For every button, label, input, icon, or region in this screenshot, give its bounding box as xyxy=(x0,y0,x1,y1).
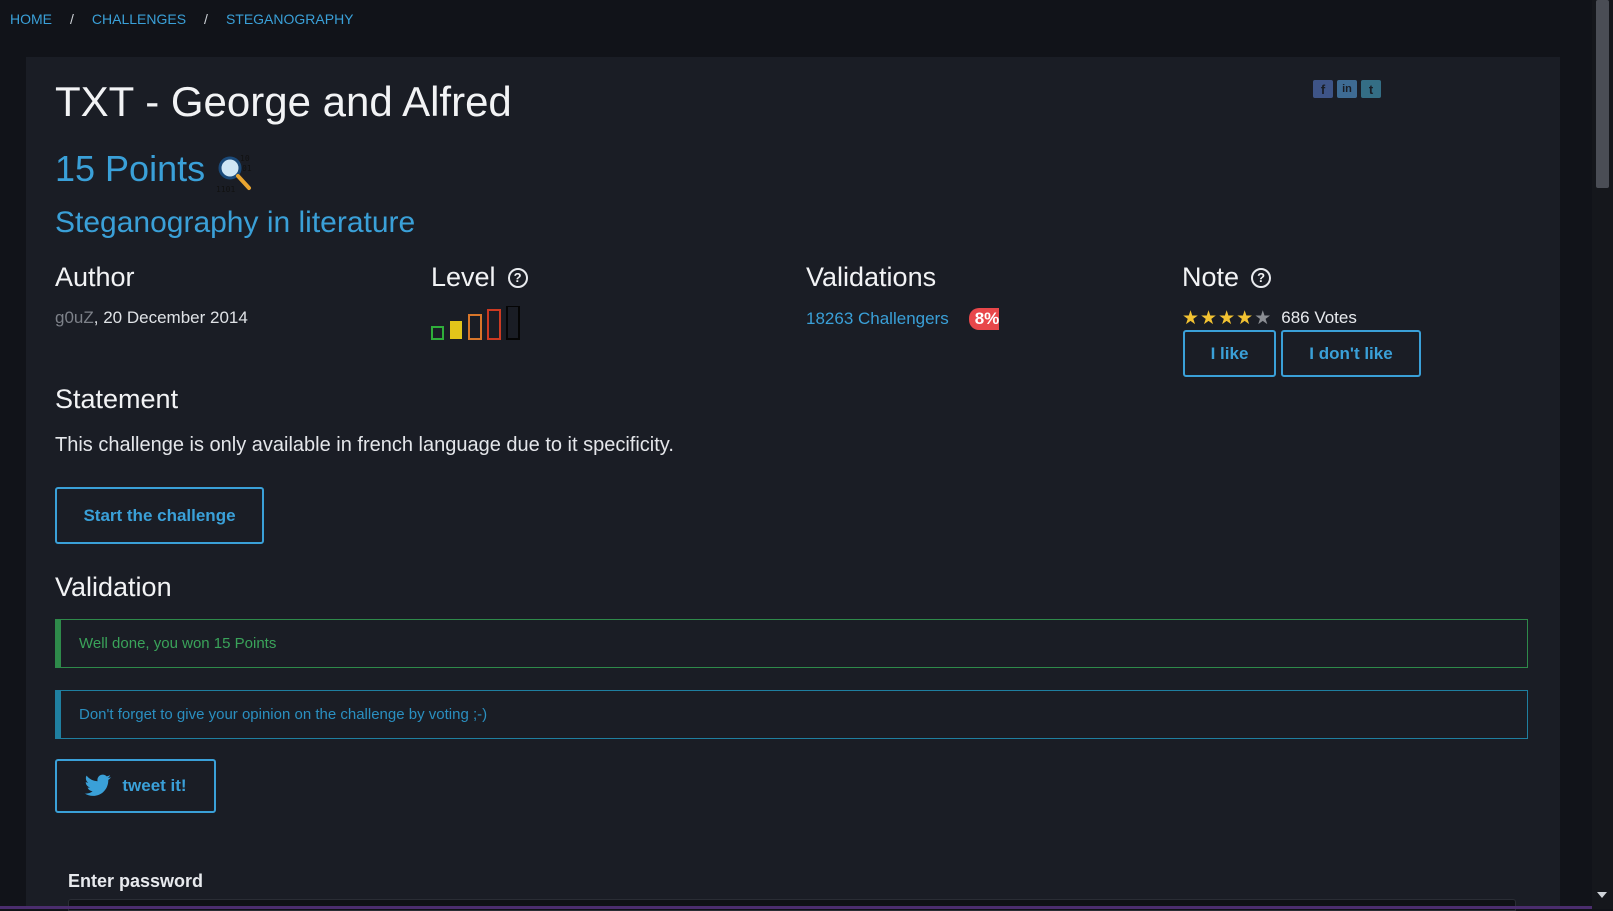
challenge-title: TXT - George and Alfred xyxy=(55,78,512,125)
validations-heading: Validations xyxy=(806,262,936,293)
linkedin-icon[interactable]: in xyxy=(1337,80,1357,98)
author-comma: , xyxy=(93,308,99,327)
votes-count: 686 Votes xyxy=(1281,308,1357,327)
page-scrollbar[interactable] xyxy=(1592,0,1613,909)
note-help-icon[interactable]: ? xyxy=(1251,267,1272,288)
level-heading-text: Level xyxy=(431,262,496,292)
validation-heading: Validation xyxy=(55,572,172,602)
star-icon: ★ xyxy=(1236,307,1254,329)
icon-bits-1: 10 xyxy=(240,154,250,163)
author-link[interactable]: g0uZ xyxy=(55,308,94,327)
statement-text: This challenge is only available in fren… xyxy=(55,434,674,456)
twitter-icon[interactable]: t xyxy=(1361,80,1381,98)
author-line: g0uZ, 20 December 2014 xyxy=(55,308,248,328)
level-bar-5 xyxy=(506,306,520,340)
validations-heading-text: Validations xyxy=(806,262,937,292)
note-heading: Note ? xyxy=(1182,262,1272,293)
steganography-category-icon: 10 01 1101 xyxy=(216,154,252,194)
author-heading: Author xyxy=(55,262,135,293)
icon-bits-2: 01 xyxy=(242,164,252,173)
star-icon: ★ xyxy=(1182,307,1200,329)
level-help-icon[interactable]: ? xyxy=(507,267,528,288)
validations-line: 18263 Challengers 8% xyxy=(806,308,1000,330)
rating-stars: ★ ★ ★ ★ ★ xyxy=(1182,309,1271,328)
info-message: Don't forget to give your opinion on the… xyxy=(79,706,488,723)
scroll-down-arrow-icon[interactable] xyxy=(1597,892,1607,898)
star-icon: ★ xyxy=(1218,307,1236,329)
challenge-subtitle: Steganography in literature xyxy=(55,206,416,239)
breadcrumb-separator: / xyxy=(70,11,74,27)
level-indicator xyxy=(431,306,520,340)
success-message: Well done, you won 15 Points xyxy=(79,635,277,652)
author-heading-text: Author xyxy=(55,262,135,292)
icon-bits-3: 1101 xyxy=(216,185,235,194)
dislike-button[interactable]: I don't like xyxy=(1281,330,1421,377)
breadcrumb-separator: / xyxy=(204,11,208,27)
star-icon: ★ xyxy=(1254,307,1272,329)
breadcrumb-steganography[interactable]: STEGANOGRAPHY xyxy=(226,11,354,27)
facebook-icon[interactable]: f xyxy=(1313,80,1333,98)
success-alert: Well done, you won 15 Points xyxy=(55,619,1528,668)
level-bar-2 xyxy=(450,321,462,339)
level-bar-4 xyxy=(487,309,501,340)
note-heading-text: Note xyxy=(1182,262,1240,292)
like-button[interactable]: I like xyxy=(1183,330,1276,377)
start-challenge-button[interactable]: Start the challenge xyxy=(55,487,264,544)
breadcrumb-home[interactable]: HOME xyxy=(10,11,52,27)
twitter-bird-icon xyxy=(85,774,112,796)
info-alert: Don't forget to give your opinion on the… xyxy=(55,690,1528,739)
author-date: 20 December 2014 xyxy=(103,308,248,327)
tweet-button[interactable]: tweet it! xyxy=(55,759,216,813)
statement-heading: Statement xyxy=(55,384,179,414)
level-bar-1 xyxy=(431,326,444,340)
breadcrumb-challenges[interactable]: CHALLENGES xyxy=(92,11,186,27)
note-line: ★ ★ ★ ★ ★ 686 Votes xyxy=(1182,308,1357,328)
scrollbar-thumb[interactable] xyxy=(1596,0,1609,188)
star-icon: ★ xyxy=(1200,307,1218,329)
challenge-points: 15 Points xyxy=(55,148,206,189)
share-buttons: f in t xyxy=(1313,80,1381,98)
level-bar-3 xyxy=(468,314,482,340)
tweet-label: tweet it! xyxy=(122,776,187,795)
level-heading: Level ? xyxy=(431,262,528,293)
validation-percent-badge: 8% xyxy=(968,308,1000,330)
challengers-link[interactable]: 18263 Challengers xyxy=(806,309,949,329)
password-input[interactable] xyxy=(68,899,1516,911)
breadcrumb: HOME / CHALLENGES / STEGANOGRAPHY xyxy=(10,11,354,27)
password-label: Enter password xyxy=(68,871,204,891)
